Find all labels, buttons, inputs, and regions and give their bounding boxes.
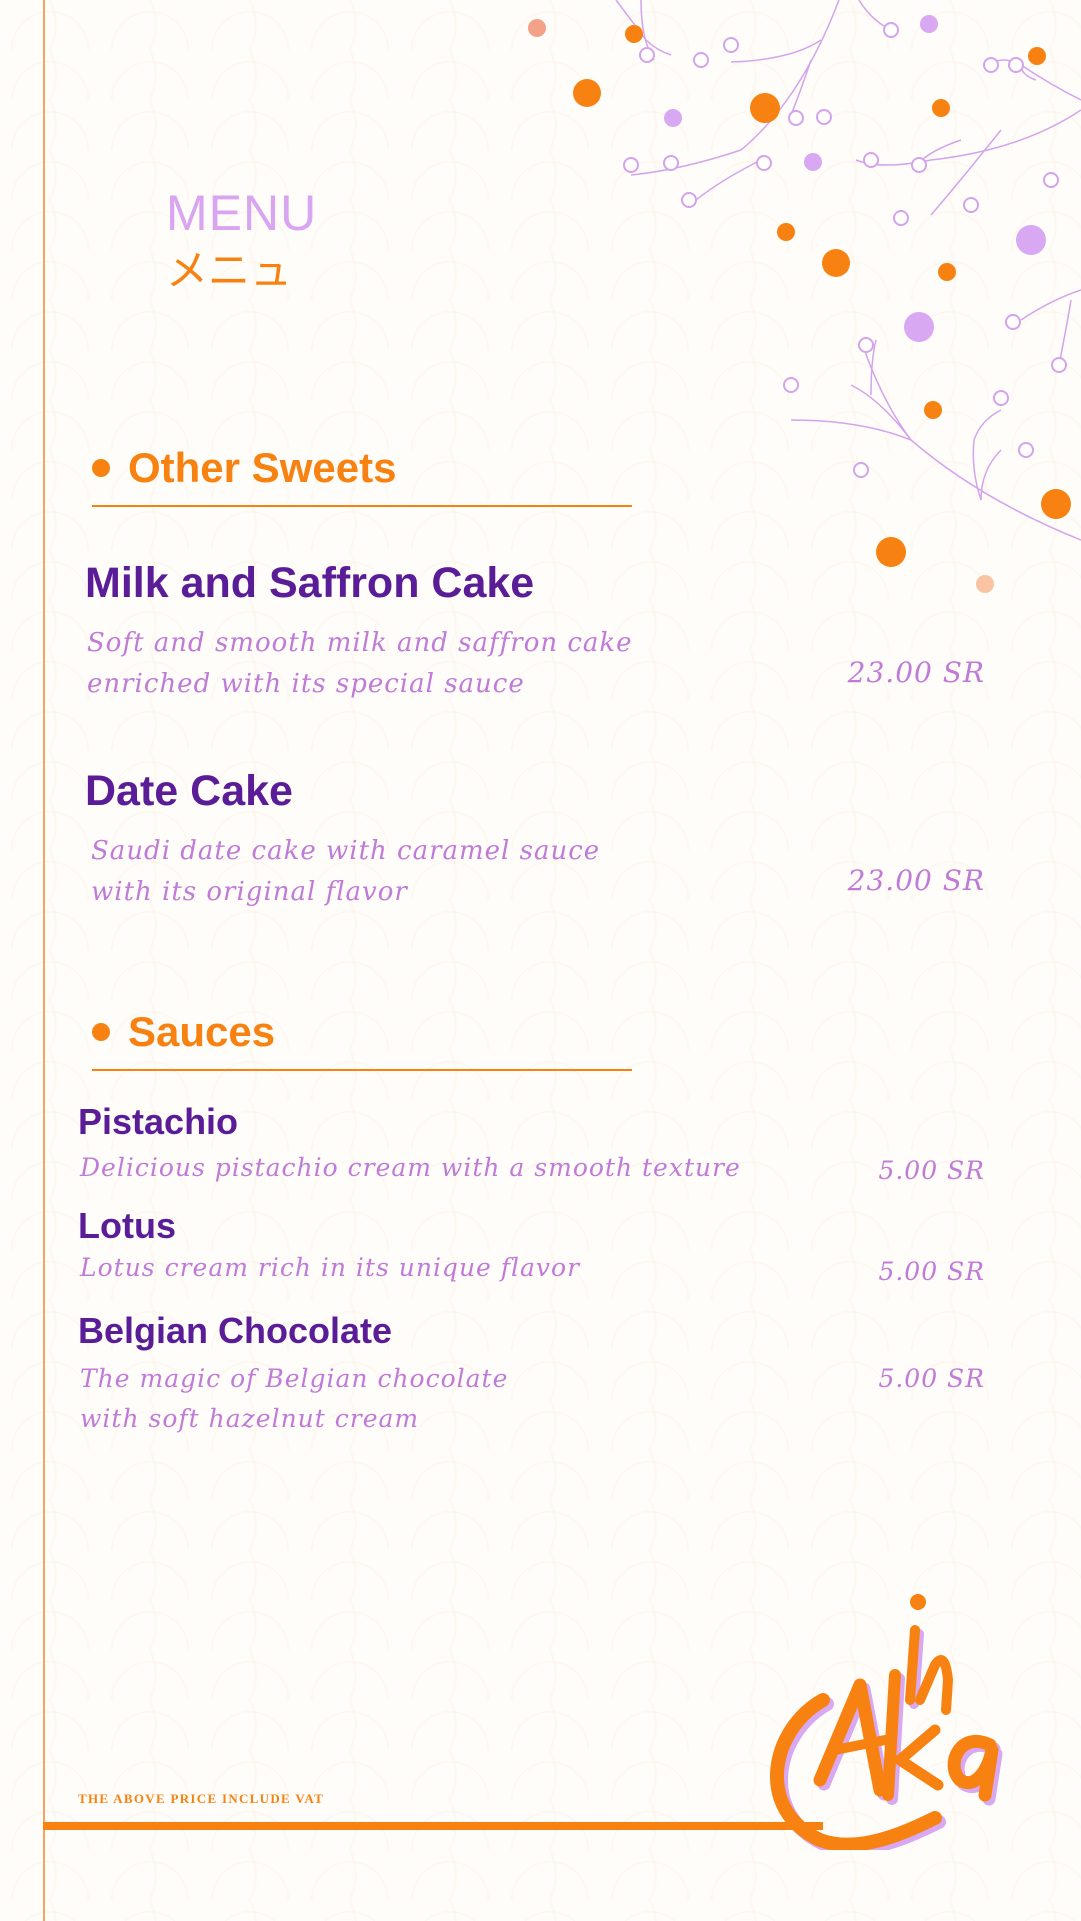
bullet-dot-icon — [92, 1023, 110, 1041]
section-title: Other Sweets — [128, 444, 397, 491]
menu-item-lotus: Lotus Lotus cream rich in its unique fla… — [78, 1208, 580, 1286]
item-name: Date Cake — [85, 767, 293, 815]
akin-logo — [770, 1594, 1003, 1850]
menu-title: MENU — [166, 185, 318, 241]
item-price: 5.00 SR — [878, 1364, 985, 1393]
item-description: The magic of Belgian chocolate with soft… — [80, 1364, 509, 1433]
section-header-sauces: Sauces — [92, 1011, 632, 1071]
section-divider — [92, 505, 632, 507]
section-divider — [92, 1069, 632, 1071]
menu-item-belgian-chocolate: Belgian Chocolate The magic of Belgian c… — [78, 1313, 508, 1439]
item-description: Soft and smooth milk and saffron cake en… — [87, 628, 633, 699]
left-border-line — [43, 0, 45, 1921]
item-price: 23.00 SR — [847, 864, 985, 897]
menu-item-milk-saffron-cake: Milk and Saffron Cake Soft and smooth mi… — [85, 562, 633, 705]
section-title: Sauces — [128, 1008, 276, 1055]
item-price: 5.00 SR — [878, 1257, 985, 1286]
item-name: Lotus — [78, 1205, 176, 1246]
item-description: Delicious pistachio cream with a smooth … — [80, 1153, 741, 1182]
menu-item-pistachio: Pistachio Delicious pistachio cream with… — [78, 1104, 741, 1186]
item-price: 5.00 SR — [878, 1156, 985, 1185]
menu-item-date-cake: Date Cake Saudi date cake with caramel s… — [85, 770, 600, 913]
section-header-other-sweets: Other Sweets — [92, 447, 632, 507]
item-price: 23.00 SR — [847, 656, 985, 689]
item-name: Belgian Chocolate — [78, 1310, 393, 1351]
item-description: Saudi date cake with caramel sauce with … — [91, 836, 601, 907]
item-description: Lotus cream rich in its unique flavor — [80, 1253, 581, 1282]
vat-note: THE ABOVE PRICE INCLUDE VAT — [78, 1791, 325, 1806]
item-name: Milk and Saffron Cake — [85, 559, 535, 607]
floral-branch-decoration — [528, 0, 1081, 593]
item-name: Pistachio — [78, 1101, 239, 1142]
menu-title-japanese: メニュ — [166, 246, 293, 295]
bottom-border-line — [43, 1822, 823, 1830]
bullet-dot-icon — [92, 459, 110, 477]
